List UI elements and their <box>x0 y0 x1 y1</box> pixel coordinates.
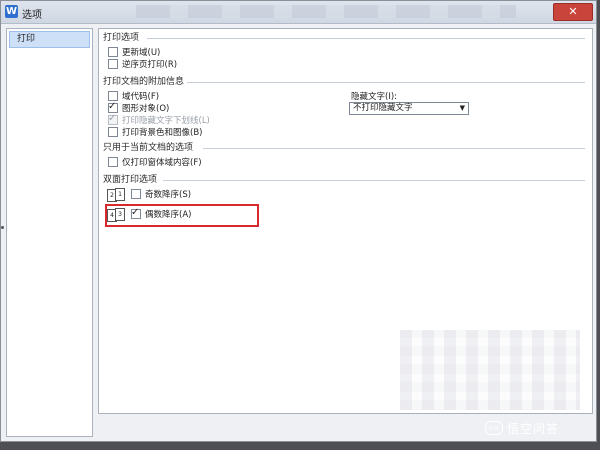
group-title-text: 只用于当前文档的选项 <box>103 143 194 153</box>
page-number: 1 <box>115 188 125 201</box>
update-fields-checkbox[interactable] <box>108 47 118 57</box>
group-title-duplex: 双面打印选项 <box>103 174 157 186</box>
field-codes-checkbox[interactable] <box>108 91 118 101</box>
close-button[interactable]: ✕ <box>553 3 593 21</box>
blurred-region <box>400 330 580 410</box>
group-title-current-doc: 只用于当前文档的选项 <box>103 142 193 154</box>
group-title-print-options: 打印选项 <box>103 32 139 44</box>
drawing-objects-checkbox[interactable]: ✓ <box>108 101 118 113</box>
watermark-text: 悟空问答 <box>507 421 560 436</box>
sidebar-item-label: 打印 <box>17 34 36 44</box>
reverse-order-checkbox[interactable] <box>108 59 118 69</box>
cursor-dot <box>1 226 4 229</box>
option-label: 打印隐藏文字下划线(L) <box>122 116 210 126</box>
checkmark-icon: ✓ <box>108 113 117 124</box>
hidden-underline-checkbox: ✓ <box>108 113 118 125</box>
odd-reverse-checkbox[interactable] <box>131 189 141 199</box>
speech-bubble-icon: oo <box>485 421 503 435</box>
sidebar-item-print[interactable]: 打印 <box>9 31 90 48</box>
option-label: 仅打印窗体域内容(F) <box>122 158 202 168</box>
group-title-text: 双面打印选项 <box>103 175 158 185</box>
option-label: 奇数降序(S) <box>145 190 192 200</box>
group-title-text: 打印文档的附加信息 <box>103 77 185 87</box>
group-divider <box>203 142 585 154</box>
form-data-only-checkbox[interactable] <box>108 157 118 167</box>
background-option[interactable]: 打印背景色和图像(B) <box>108 126 202 138</box>
blurred-toolbar-region <box>136 5 516 18</box>
background-checkbox[interactable] <box>108 127 118 137</box>
hidden-underline-option: ✓ 打印隐藏文字下划线(L) <box>108 113 210 126</box>
watermark: oo 悟空问答 <box>485 419 559 437</box>
group-divider <box>187 76 585 88</box>
title-bar: W 选项 ✕ <box>1 1 596 24</box>
group-divider <box>147 32 585 44</box>
reverse-order-option[interactable]: 逆序页打印(R) <box>108 58 177 70</box>
hidden-text-label: 隐藏文字(I): <box>351 92 398 102</box>
close-icon: ✕ <box>568 5 578 18</box>
dropdown-arrow-icon: ▼ <box>459 104 465 112</box>
group-divider <box>163 174 585 186</box>
group-title-text: 打印选项 <box>103 33 140 43</box>
option-label: 打印背景色和图像(B) <box>122 128 203 138</box>
option-label: 逆序页打印(R) <box>122 60 178 70</box>
group-title-print-extra: 打印文档的附加信息 <box>103 76 184 88</box>
select-value: 不打印隐藏文字 <box>353 103 413 113</box>
drawing-objects-option[interactable]: ✓ 图形对象(O) <box>108 101 170 114</box>
category-sidebar: 打印 <box>6 28 93 437</box>
hidden-text-select[interactable]: 不打印隐藏文字 ▼ <box>349 102 469 115</box>
option-label: 域代码(F) <box>122 92 160 102</box>
option-label: 图形对象(O) <box>122 104 170 114</box>
option-label: 更新域(U) <box>122 48 161 58</box>
update-fields-option[interactable]: 更新域(U) <box>108 46 160 58</box>
form-data-only-option[interactable]: 仅打印窗体域内容(F) <box>108 156 202 168</box>
red-highlight-box <box>105 204 259 227</box>
odd-reverse-pages-icon: 2 1 <box>107 188 125 202</box>
checkmark-icon: ✓ <box>108 101 117 112</box>
wps-writer-icon: W <box>5 5 18 18</box>
window-title: 选项 <box>22 10 42 21</box>
odd-reverse-option[interactable]: 奇数降序(S) <box>131 188 191 200</box>
